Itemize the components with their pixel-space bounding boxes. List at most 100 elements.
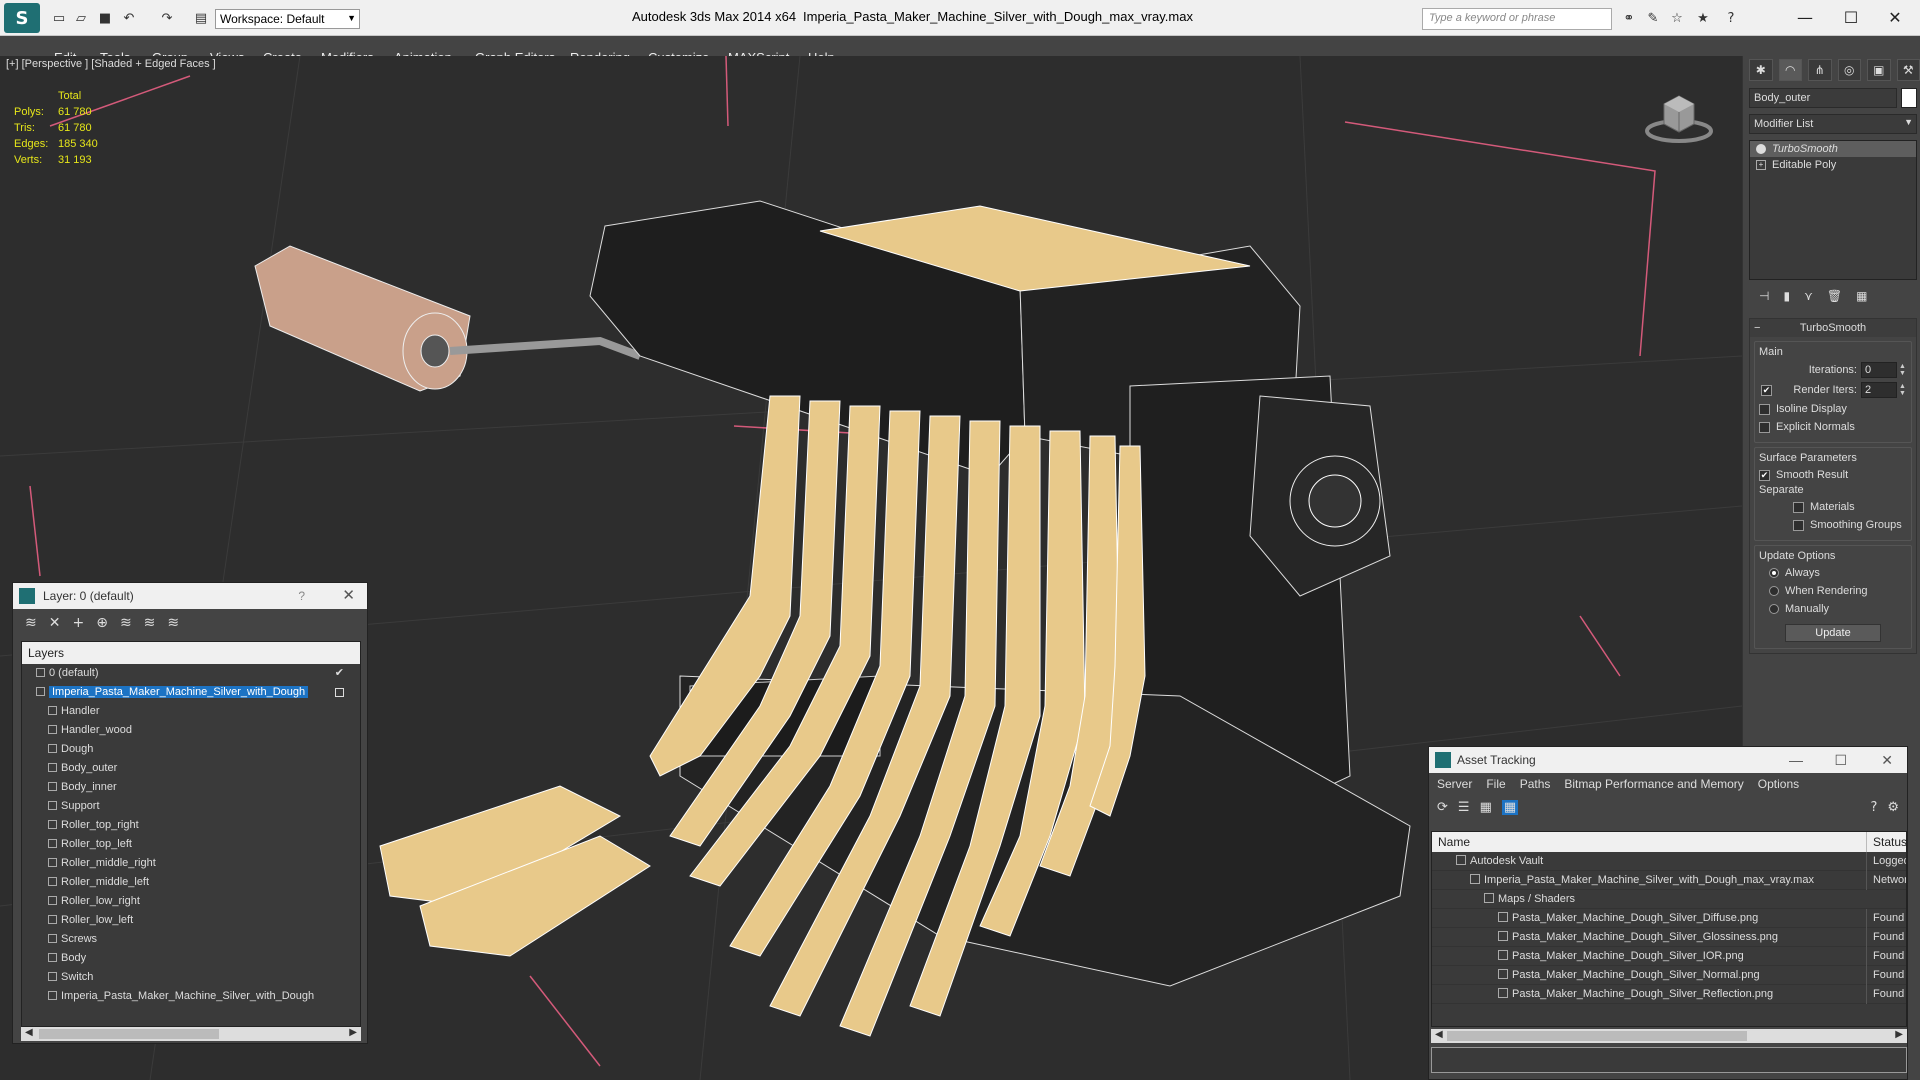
asset-row[interactable]: Pasta_Maker_Machine_Dough_Silver_Diffuse…	[1432, 909, 1906, 928]
object-name-field[interactable]: Body_outer	[1749, 88, 1897, 108]
layer-row[interactable]: Imperia_Pasta_Maker_Machine_Silver_with_…	[22, 683, 360, 702]
layer-row[interactable]: Body_inner	[22, 778, 360, 797]
new-file-icon[interactable]: ▭	[50, 9, 68, 27]
smoothing-groups-option[interactable]: Smoothing Groups	[1759, 516, 1907, 534]
configure-sets-icon[interactable]: ▦	[1856, 289, 1867, 303]
stack-item-turbosmooth[interactable]: TurboSmooth	[1750, 141, 1916, 157]
spinner-arrows-icon[interactable]: ▲ ▼	[1899, 363, 1907, 377]
asset-menu-paths[interactable]: Paths	[1520, 777, 1551, 791]
layer-row[interactable]: Handler	[22, 702, 360, 721]
object-color-swatch[interactable]	[1901, 88, 1917, 108]
viewcube-icon[interactable]	[1644, 86, 1714, 146]
layer-row[interactable]: Imperia_Pasta_Maker_Machine_Silver_with_…	[22, 987, 360, 1006]
layer-window-titlebar[interactable]: Layer: 0 (default) ? ✕	[13, 583, 367, 609]
layer-row[interactable]: Roller_low_right	[22, 892, 360, 911]
favorites-icon[interactable]: ☆	[1668, 9, 1686, 27]
minimize-button[interactable]: —	[1789, 747, 1803, 773]
binoculars-icon[interactable]: ⚭	[1620, 9, 1638, 27]
layer-row[interactable]: Screws	[22, 930, 360, 949]
modifier-list-dropdown[interactable]: Modifier List ▼	[1749, 114, 1917, 134]
layer-row[interactable]: Body	[22, 949, 360, 968]
layer-row[interactable]: Roller_low_left	[22, 911, 360, 930]
pin-stack-icon[interactable]: ⊣	[1759, 289, 1769, 303]
workspace-dropdown[interactable]: Workspace: Default ▼	[215, 9, 360, 29]
update-manually-option[interactable]: Manually	[1759, 600, 1907, 618]
expand-icon[interactable]: +	[1756, 160, 1766, 170]
undo-icon[interactable]: ↶	[120, 9, 138, 27]
materials-checkbox[interactable]	[1793, 501, 1804, 513]
isoline-display-option[interactable]: Isoline Display	[1759, 400, 1907, 418]
asset-menu-server[interactable]: Server	[1437, 777, 1472, 791]
asset-row[interactable]: Pasta_Maker_Machine_Dough_Silver_Reflect…	[1432, 985, 1906, 1004]
hide-layers-icon[interactable]: ≋	[144, 615, 156, 631]
asset-menu-options[interactable]: Options	[1758, 777, 1799, 791]
render-iters-checkbox[interactable]: ✔	[1761, 384, 1772, 396]
maximize-button[interactable]: ☐	[1836, 6, 1866, 28]
asset-row[interactable]: Imperia_Pasta_Maker_Machine_Silver_with_…	[1432, 871, 1906, 890]
highlight-selected-icon[interactable]: ≋	[120, 615, 132, 631]
isoline-checkbox[interactable]	[1759, 403, 1770, 415]
maximize-button[interactable]: ☐	[1834, 747, 1847, 773]
select-in-layer-icon[interactable]: ⊕	[96, 615, 108, 631]
make-unique-icon[interactable]: ⋎	[1804, 289, 1813, 303]
thumbnail-view-icon[interactable]: ▦	[1480, 800, 1492, 815]
modify-tab-icon[interactable]: ◠	[1778, 59, 1802, 81]
asset-menu-file[interactable]: File	[1486, 777, 1505, 791]
help-icon[interactable]: ?	[1722, 9, 1740, 27]
asset-row[interactable]: Autodesk Vault Logged	[1432, 852, 1906, 871]
horizontal-scrollbar[interactable]: ◀ ▶	[1431, 1029, 1907, 1043]
communication-icon[interactable]: ✎	[1644, 9, 1662, 27]
scroll-left-icon[interactable]: ◀	[1435, 1029, 1443, 1040]
star-icon[interactable]: ★	[1694, 9, 1712, 27]
remove-modifier-icon[interactable]: 🗑	[1827, 289, 1842, 303]
create-layer-icon[interactable]: ≋	[25, 615, 37, 631]
list-view-icon[interactable]: ☰	[1458, 800, 1470, 815]
display-tab-icon[interactable]: ▣	[1867, 59, 1891, 81]
freeze-layers-icon[interactable]: ≋	[167, 615, 179, 631]
layer-row[interactable]: Dough	[22, 740, 360, 759]
status-column-header[interactable]: Status	[1866, 832, 1906, 852]
help-icon[interactable]: ?	[298, 583, 305, 609]
active-layer-check-icon[interactable]: ✔	[335, 664, 344, 683]
layer-row[interactable]: Roller_middle_left	[22, 873, 360, 892]
smoothing-groups-checkbox[interactable]	[1793, 519, 1804, 531]
create-tab-icon[interactable]: ✱	[1749, 59, 1773, 81]
app-logo-icon[interactable]: S	[4, 3, 40, 33]
explicit-normals-option[interactable]: Explicit Normals	[1759, 418, 1907, 436]
update-when-rendering-option[interactable]: When Rendering	[1759, 582, 1907, 600]
utilities-tab-icon[interactable]: ⚒	[1896, 59, 1920, 81]
iterations-spinner[interactable]: 0	[1861, 362, 1897, 378]
scroll-right-icon[interactable]: ▶	[1895, 1029, 1903, 1040]
table-view-icon[interactable]: ▦	[1501, 799, 1519, 815]
help-icon[interactable]: ?	[1870, 800, 1877, 815]
viewport-label[interactable]: [+] [Perspective ] [Shaded + Edged Faces…	[6, 58, 216, 70]
minimize-button[interactable]: —	[1790, 6, 1820, 28]
refresh-icon[interactable]: ⟳	[1437, 800, 1448, 815]
explicit-normals-checkbox[interactable]	[1759, 421, 1770, 433]
layer-row[interactable]: 0 (default) ✔	[22, 664, 360, 683]
open-file-icon[interactable]: ▱	[72, 9, 90, 27]
layer-row[interactable]: Body_outer	[22, 759, 360, 778]
update-always-option[interactable]: Always	[1759, 564, 1907, 582]
name-column-header[interactable]: Name	[1438, 832, 1470, 852]
layer-row[interactable]: Roller_middle_right	[22, 854, 360, 873]
asset-row[interactable]: Pasta_Maker_Machine_Dough_Silver_Normal.…	[1432, 966, 1906, 985]
project-folder-icon[interactable]: ▤	[192, 9, 210, 27]
redo-icon[interactable]: ↷	[158, 9, 176, 27]
when-rendering-radio[interactable]	[1769, 586, 1779, 596]
close-button[interactable]: ✕	[1881, 747, 1893, 773]
layer-row[interactable]: Roller_top_left	[22, 835, 360, 854]
render-iters-spinner[interactable]: 2	[1861, 382, 1897, 398]
smooth-result-checkbox[interactable]: ✔	[1759, 469, 1770, 481]
layer-row[interactable]: Roller_top_right	[22, 816, 360, 835]
layer-row[interactable]: Switch	[22, 968, 360, 987]
rollout-header[interactable]: − TurboSmooth	[1750, 319, 1916, 337]
manually-radio[interactable]	[1769, 604, 1779, 614]
close-button[interactable]: ✕	[1880, 6, 1910, 28]
set-active-layer-icon[interactable]	[335, 688, 344, 697]
close-icon[interactable]: ✕	[342, 583, 355, 609]
delete-layer-icon[interactable]: ✕	[49, 615, 61, 631]
asset-row[interactable]: Maps / Shaders	[1432, 890, 1906, 909]
scroll-left-icon[interactable]: ◀	[25, 1027, 33, 1038]
update-button[interactable]: Update	[1785, 624, 1881, 642]
